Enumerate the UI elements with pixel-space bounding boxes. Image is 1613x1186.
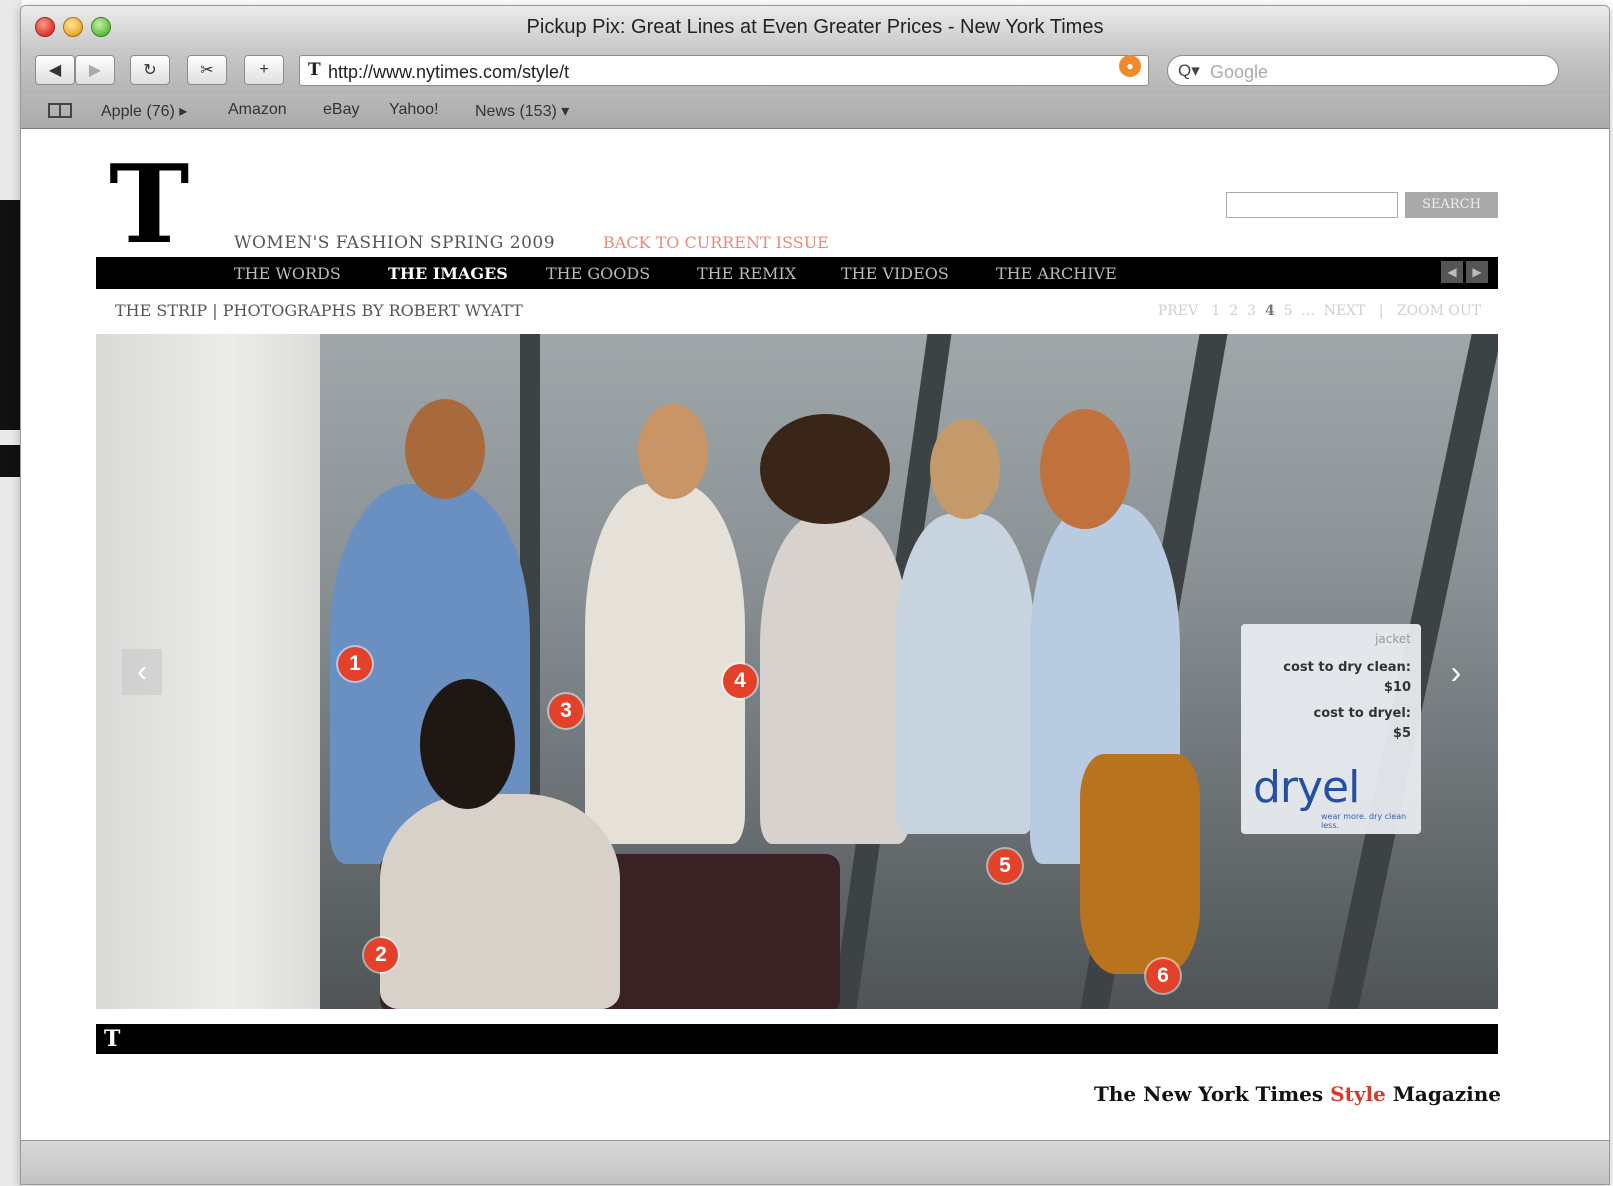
- search-placeholder: Google: [1210, 62, 1269, 82]
- pager-page[interactable]: 3: [1247, 303, 1256, 319]
- product-hotspot-1[interactable]: 1: [338, 647, 372, 681]
- status-bar: [21, 1140, 1609, 1184]
- snapback-icon: ✂: [200, 62, 214, 79]
- pager-prev[interactable]: PREV: [1158, 303, 1198, 319]
- dryel-logo[interactable]: dryel: [1253, 762, 1360, 813]
- product-hotspot-3[interactable]: 3: [549, 694, 583, 728]
- bookmark-yahoo[interactable]: Yahoo!: [389, 101, 439, 119]
- browser-toolbar: ◀ ▶ ↻ ✂ + T http://www.nytimes.com/style…: [21, 48, 1609, 94]
- model-hair: [1040, 409, 1130, 529]
- nav-the-remix[interactable]: THE REMIX: [697, 264, 796, 283]
- nav-the-archive[interactable]: THE ARCHIVE: [996, 264, 1117, 283]
- tooltip-price: $5: [1392, 726, 1411, 741]
- product-tooltip: jacket cost to dry clean: $10 cost to dr…: [1241, 624, 1421, 834]
- address-text: http://www.nytimes.com/style/t: [328, 62, 570, 82]
- pager-ellipsis: ...: [1301, 303, 1315, 319]
- gallery-pager: PREV 1 2 3 4 5 ... NEXT | ZOOM OUT: [1158, 303, 1481, 319]
- nav-the-images[interactable]: THE IMAGES: [388, 264, 508, 283]
- reload-icon: ↻: [143, 62, 157, 79]
- pager-page[interactable]: 2: [1229, 303, 1238, 319]
- plus-icon: +: [259, 61, 269, 78]
- section-title: WOMEN'S FASHION SPRING 2009: [234, 233, 556, 253]
- back-arrow-icon: ◀: [48, 62, 62, 79]
- bookmarks-bar: Apple (76) ▸ Amazon eBay Yahoo! News (15…: [21, 94, 1609, 129]
- model-head: [405, 399, 485, 499]
- pager-page[interactable]: 5: [1284, 303, 1293, 319]
- web-search-field[interactable]: Q▾ Google: [1167, 55, 1559, 86]
- bookmark-news[interactable]: News (153) ▾: [475, 101, 569, 121]
- model-figure: [585, 484, 745, 844]
- footer-t-logo[interactable]: T: [104, 1026, 120, 1052]
- back-to-current-issue-link[interactable]: BACK TO CURRENT ISSUE: [603, 233, 829, 252]
- seated-model-figure: [380, 794, 620, 1009]
- bookmark-apple[interactable]: Apple (76) ▸: [101, 101, 187, 121]
- page-content: T WOMEN'S FASHION SPRING 2009 BACK TO CU…: [21, 129, 1609, 1140]
- site-search-button[interactable]: SEARCH: [1405, 192, 1498, 218]
- window-title: Pickup Pix: Great Lines at Even Greater …: [526, 16, 1104, 38]
- masthead-style: Style: [1330, 1082, 1386, 1106]
- snapback-button[interactable]: ✂: [187, 55, 227, 85]
- pager-zoom-out[interactable]: ZOOM OUT: [1397, 303, 1481, 319]
- nav-the-words[interactable]: THE WORDS: [234, 264, 341, 283]
- tooltip-item: jacket: [1375, 632, 1411, 646]
- nav-the-videos[interactable]: THE VIDEOS: [841, 264, 949, 283]
- product-hotspot-2[interactable]: 2: [364, 938, 398, 972]
- nyt-style-magazine-masthead[interactable]: The New York Times Style Magazine: [1094, 1082, 1501, 1106]
- gallery-next-arrow-icon[interactable]: ›: [1436, 649, 1476, 695]
- model-head: [930, 419, 1000, 519]
- pager-page[interactable]: 1: [1211, 303, 1220, 319]
- nav-next-icon[interactable]: ▶: [1466, 261, 1488, 283]
- dryel-tagline: wear more. dry clean less.: [1321, 812, 1407, 830]
- add-bookmark-button[interactable]: +: [244, 55, 284, 85]
- nyt-favicon-icon: T: [308, 60, 321, 80]
- pager-page-current[interactable]: 4: [1265, 303, 1275, 319]
- photo-gallery: 1 2 3 4 5 6 ‹ › jacket cost to dry clean…: [96, 334, 1498, 1009]
- gallery-subheader: THE STRIP | PHOTOGRAPHS BY ROBERT WYATT: [115, 301, 523, 320]
- handbag: [1080, 754, 1200, 974]
- background-window-block: [0, 445, 22, 477]
- model-hair: [760, 414, 890, 524]
- product-hotspot-6[interactable]: 6: [1146, 959, 1180, 993]
- section-nav: THE WORDS THE IMAGES THE GOODS THE REMIX…: [96, 257, 1498, 289]
- rss-icon[interactable]: ●: [1119, 55, 1141, 77]
- reload-button[interactable]: ↻: [130, 55, 170, 85]
- model-figure: [895, 514, 1035, 834]
- bookmark-amazon[interactable]: Amazon: [228, 101, 287, 119]
- masthead-nyt: The New York Times: [1094, 1082, 1324, 1106]
- product-hotspot-4[interactable]: 4: [723, 664, 757, 698]
- background-window-edge: [0, 0, 22, 1186]
- t-magazine-logo[interactable]: T: [109, 151, 189, 259]
- nav-prev-icon[interactable]: ◀: [1441, 261, 1463, 283]
- forward-button[interactable]: ▶: [75, 55, 115, 85]
- tooltip-line: cost to dry clean:: [1283, 660, 1411, 675]
- gallery-prev-arrow-icon[interactable]: ‹: [122, 649, 162, 695]
- pager-separator: |: [1378, 303, 1384, 319]
- model-hair: [420, 679, 515, 809]
- pager-next[interactable]: NEXT: [1324, 303, 1366, 319]
- browser-window: Pickup Pix: Great Lines at Even Greater …: [20, 5, 1610, 1185]
- model-figure: [760, 514, 910, 844]
- product-hotspot-5[interactable]: 5: [988, 849, 1022, 883]
- nav-the-goods[interactable]: THE GOODS: [546, 264, 650, 283]
- masthead-magazine: Magazine: [1392, 1082, 1501, 1106]
- bookmarks-book-icon[interactable]: [48, 103, 72, 118]
- site-search-input[interactable]: [1226, 192, 1398, 218]
- back-button[interactable]: ◀: [35, 55, 75, 85]
- footer-bar: T: [96, 1024, 1498, 1054]
- tooltip-price: $10: [1383, 680, 1411, 695]
- bookmark-ebay[interactable]: eBay: [323, 101, 359, 119]
- forward-arrow-icon: ▶: [88, 62, 102, 79]
- tooltip-line: cost to dryel:: [1313, 706, 1411, 721]
- search-icon: Q▾: [1178, 61, 1200, 80]
- address-bar[interactable]: T http://www.nytimes.com/style/t: [299, 55, 1149, 86]
- model-head: [638, 404, 708, 499]
- background-window-block: [0, 200, 22, 430]
- title-bar: Pickup Pix: Great Lines at Even Greater …: [21, 6, 1609, 48]
